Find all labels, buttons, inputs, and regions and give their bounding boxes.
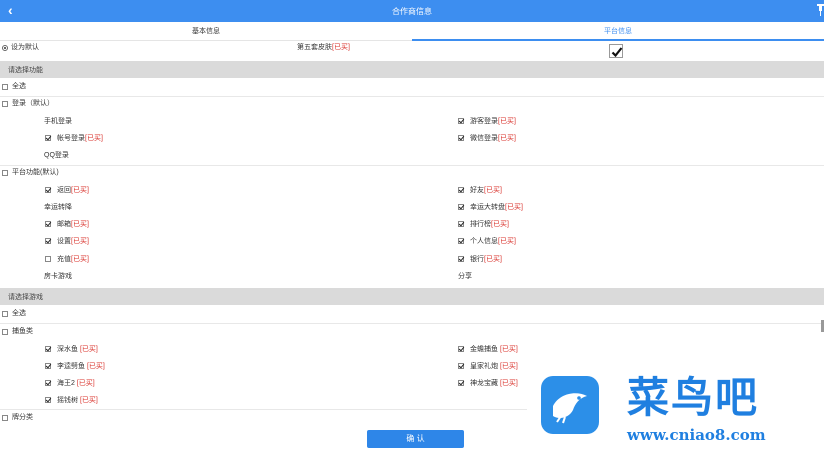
platform-item-recharge: 充值[已买] (57, 256, 89, 263)
tab-bar: 基本信息 平台信息 (0, 22, 824, 41)
platform-group-label: 平台功能(默认) (12, 169, 59, 176)
platform-group-checkbox[interactable] (2, 170, 8, 176)
login-group-checkbox[interactable] (2, 101, 8, 107)
top-bar: ‹ 合作商信息 (0, 0, 824, 22)
login-group-label: 登录（默认） (12, 100, 54, 107)
platform-item-settings: 设置[已买] (57, 238, 89, 245)
set-default-label: 设为默认 (11, 44, 39, 51)
fish-item-money-tree: 摇钱树 [已买] (57, 397, 98, 404)
page-title: 合作商信息 (392, 7, 432, 16)
tab-basic-info[interactable]: 基本信息 (0, 22, 412, 41)
login-wechat-checkbox[interactable] (458, 135, 464, 141)
confirm-button[interactable]: 确 认 (367, 430, 464, 448)
fish-item-likui: 李逵劈鱼 [已买] (57, 363, 105, 370)
login-guest-checkbox[interactable] (458, 118, 464, 124)
platform-item-mail: 邮箱[已买] (57, 221, 89, 228)
divider (0, 323, 824, 324)
features-header: 请选择功能 (0, 61, 824, 78)
fish-item-dragon: 神龙宝藏 [已买] (470, 380, 518, 387)
skin-label: 第五套皮肤[已买] (297, 44, 350, 51)
fish-item-royal-salute: 皇家礼炮 [已买] (470, 363, 518, 370)
fish-item-deepsea: 深水鱼 [已买] (57, 346, 98, 353)
login-item-account: 帐号登录[已买] (57, 135, 103, 142)
platform-bank-checkbox[interactable] (458, 256, 464, 262)
watermark-url: www.cniao8.com (627, 426, 766, 444)
watermark: 菜鸟吧 www.cniao8.com (527, 370, 824, 459)
platform-wheel-checkbox[interactable] (458, 204, 464, 210)
fish-deepsea-checkbox[interactable] (45, 346, 51, 352)
fish-golden-toad-checkbox[interactable] (458, 346, 464, 352)
select-all-features-checkbox[interactable] (2, 84, 8, 90)
fish-likui-checkbox[interactable] (45, 363, 51, 369)
fish-money-tree-checkbox[interactable] (45, 397, 51, 403)
platform-item-profile: 个人信息[已买] (470, 238, 516, 245)
select-all-games-label: 全选 (12, 310, 26, 317)
platform-mail-checkbox[interactable] (45, 221, 51, 227)
fish-dragon-checkbox[interactable] (458, 380, 464, 386)
login-item-phone: 手机登录 (44, 118, 72, 125)
login-item-qq: QQ登录 (44, 152, 69, 159)
pin-icon[interactable] (817, 3, 824, 17)
skin-checkbox[interactable] (609, 44, 623, 58)
platform-profile-checkbox[interactable] (458, 238, 464, 244)
login-item-guest: 游客登录[已买] (470, 118, 516, 125)
platform-friends-checkbox[interactable] (458, 187, 464, 193)
fish-sea-king-checkbox[interactable] (45, 380, 51, 386)
platform-item-wheel: 幸运大转盘[已买] (470, 204, 523, 211)
divider (0, 96, 824, 97)
bird-logo-icon (541, 376, 599, 434)
platform-item-room-card: 房卡游戏 (44, 273, 72, 280)
other-group-checkbox[interactable] (2, 415, 8, 421)
fish-group-label: 捕鱼类 (12, 328, 33, 335)
fish-group-checkbox[interactable] (2, 329, 8, 335)
select-all-features-label: 全选 (12, 83, 26, 90)
set-default-radio[interactable] (2, 45, 8, 51)
platform-rank-checkbox[interactable] (458, 221, 464, 227)
platform-back-checkbox[interactable] (45, 187, 51, 193)
tab-platform-info[interactable]: 平台信息 (412, 22, 824, 41)
watermark-brand: 菜鸟吧 (627, 373, 760, 422)
platform-item-rank: 排行榜[已买] (470, 221, 509, 228)
login-item-wechat: 微信登录[已买] (470, 135, 516, 142)
divider (0, 165, 824, 166)
other-group-label: 牌分类 (12, 414, 33, 421)
games-header: 请选择游戏 (0, 288, 824, 305)
skin-status: [已买] (332, 44, 350, 51)
platform-item-share: 分享 (458, 273, 472, 280)
platform-item-friends: 好友[已买] (470, 187, 502, 194)
fish-item-golden-toad: 金蟾捕鱼 [已买] (470, 346, 518, 353)
fish-item-sea-king: 海王2 [已买] (57, 380, 95, 387)
platform-recharge-checkbox[interactable] (45, 256, 51, 262)
select-all-games-checkbox[interactable] (2, 311, 8, 317)
platform-item-bank: 银行[已买] (470, 256, 502, 263)
platform-item-back: 返回[已买] (57, 187, 89, 194)
platform-settings-checkbox[interactable] (45, 238, 51, 244)
platform-item-lucky-spin: 幸运转降 (44, 204, 72, 211)
login-account-checkbox[interactable] (45, 135, 51, 141)
fish-royal-salute-checkbox[interactable] (458, 363, 464, 369)
